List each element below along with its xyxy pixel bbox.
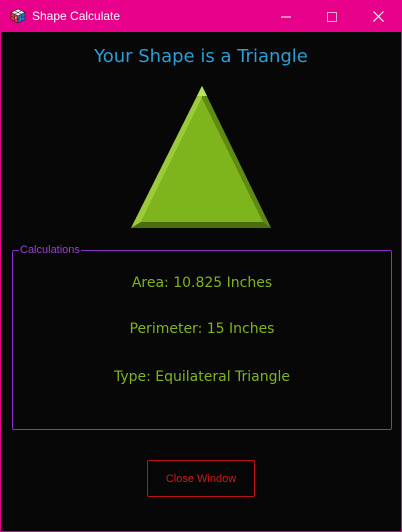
- shape-heading: Your Shape is a Triangle: [94, 46, 308, 67]
- close-button[interactable]: [355, 1, 401, 32]
- perimeter-result: Perimeter: 15 Inches: [129, 321, 275, 337]
- rubiks-cube-icon: [10, 8, 26, 24]
- window-title: Shape Calculate: [32, 9, 121, 23]
- close-icon: [372, 7, 384, 26]
- app-window: Shape Calculate Your Shape is a Triangle: [0, 0, 402, 532]
- title-bar[interactable]: Shape Calculate: [1, 1, 401, 32]
- close-window-button[interactable]: Close Window: [147, 460, 255, 497]
- triangle-shape: [127, 82, 277, 232]
- maximize-icon: [327, 7, 337, 26]
- maximize-button[interactable]: [309, 1, 355, 32]
- type-result: Type: Equilateral Triangle: [113, 369, 291, 385]
- calculations-legend: Calculations: [19, 243, 81, 257]
- area-result: Area: 10.825 Inches: [131, 275, 273, 291]
- minimize-button[interactable]: [263, 1, 309, 32]
- minimize-icon: [281, 7, 291, 26]
